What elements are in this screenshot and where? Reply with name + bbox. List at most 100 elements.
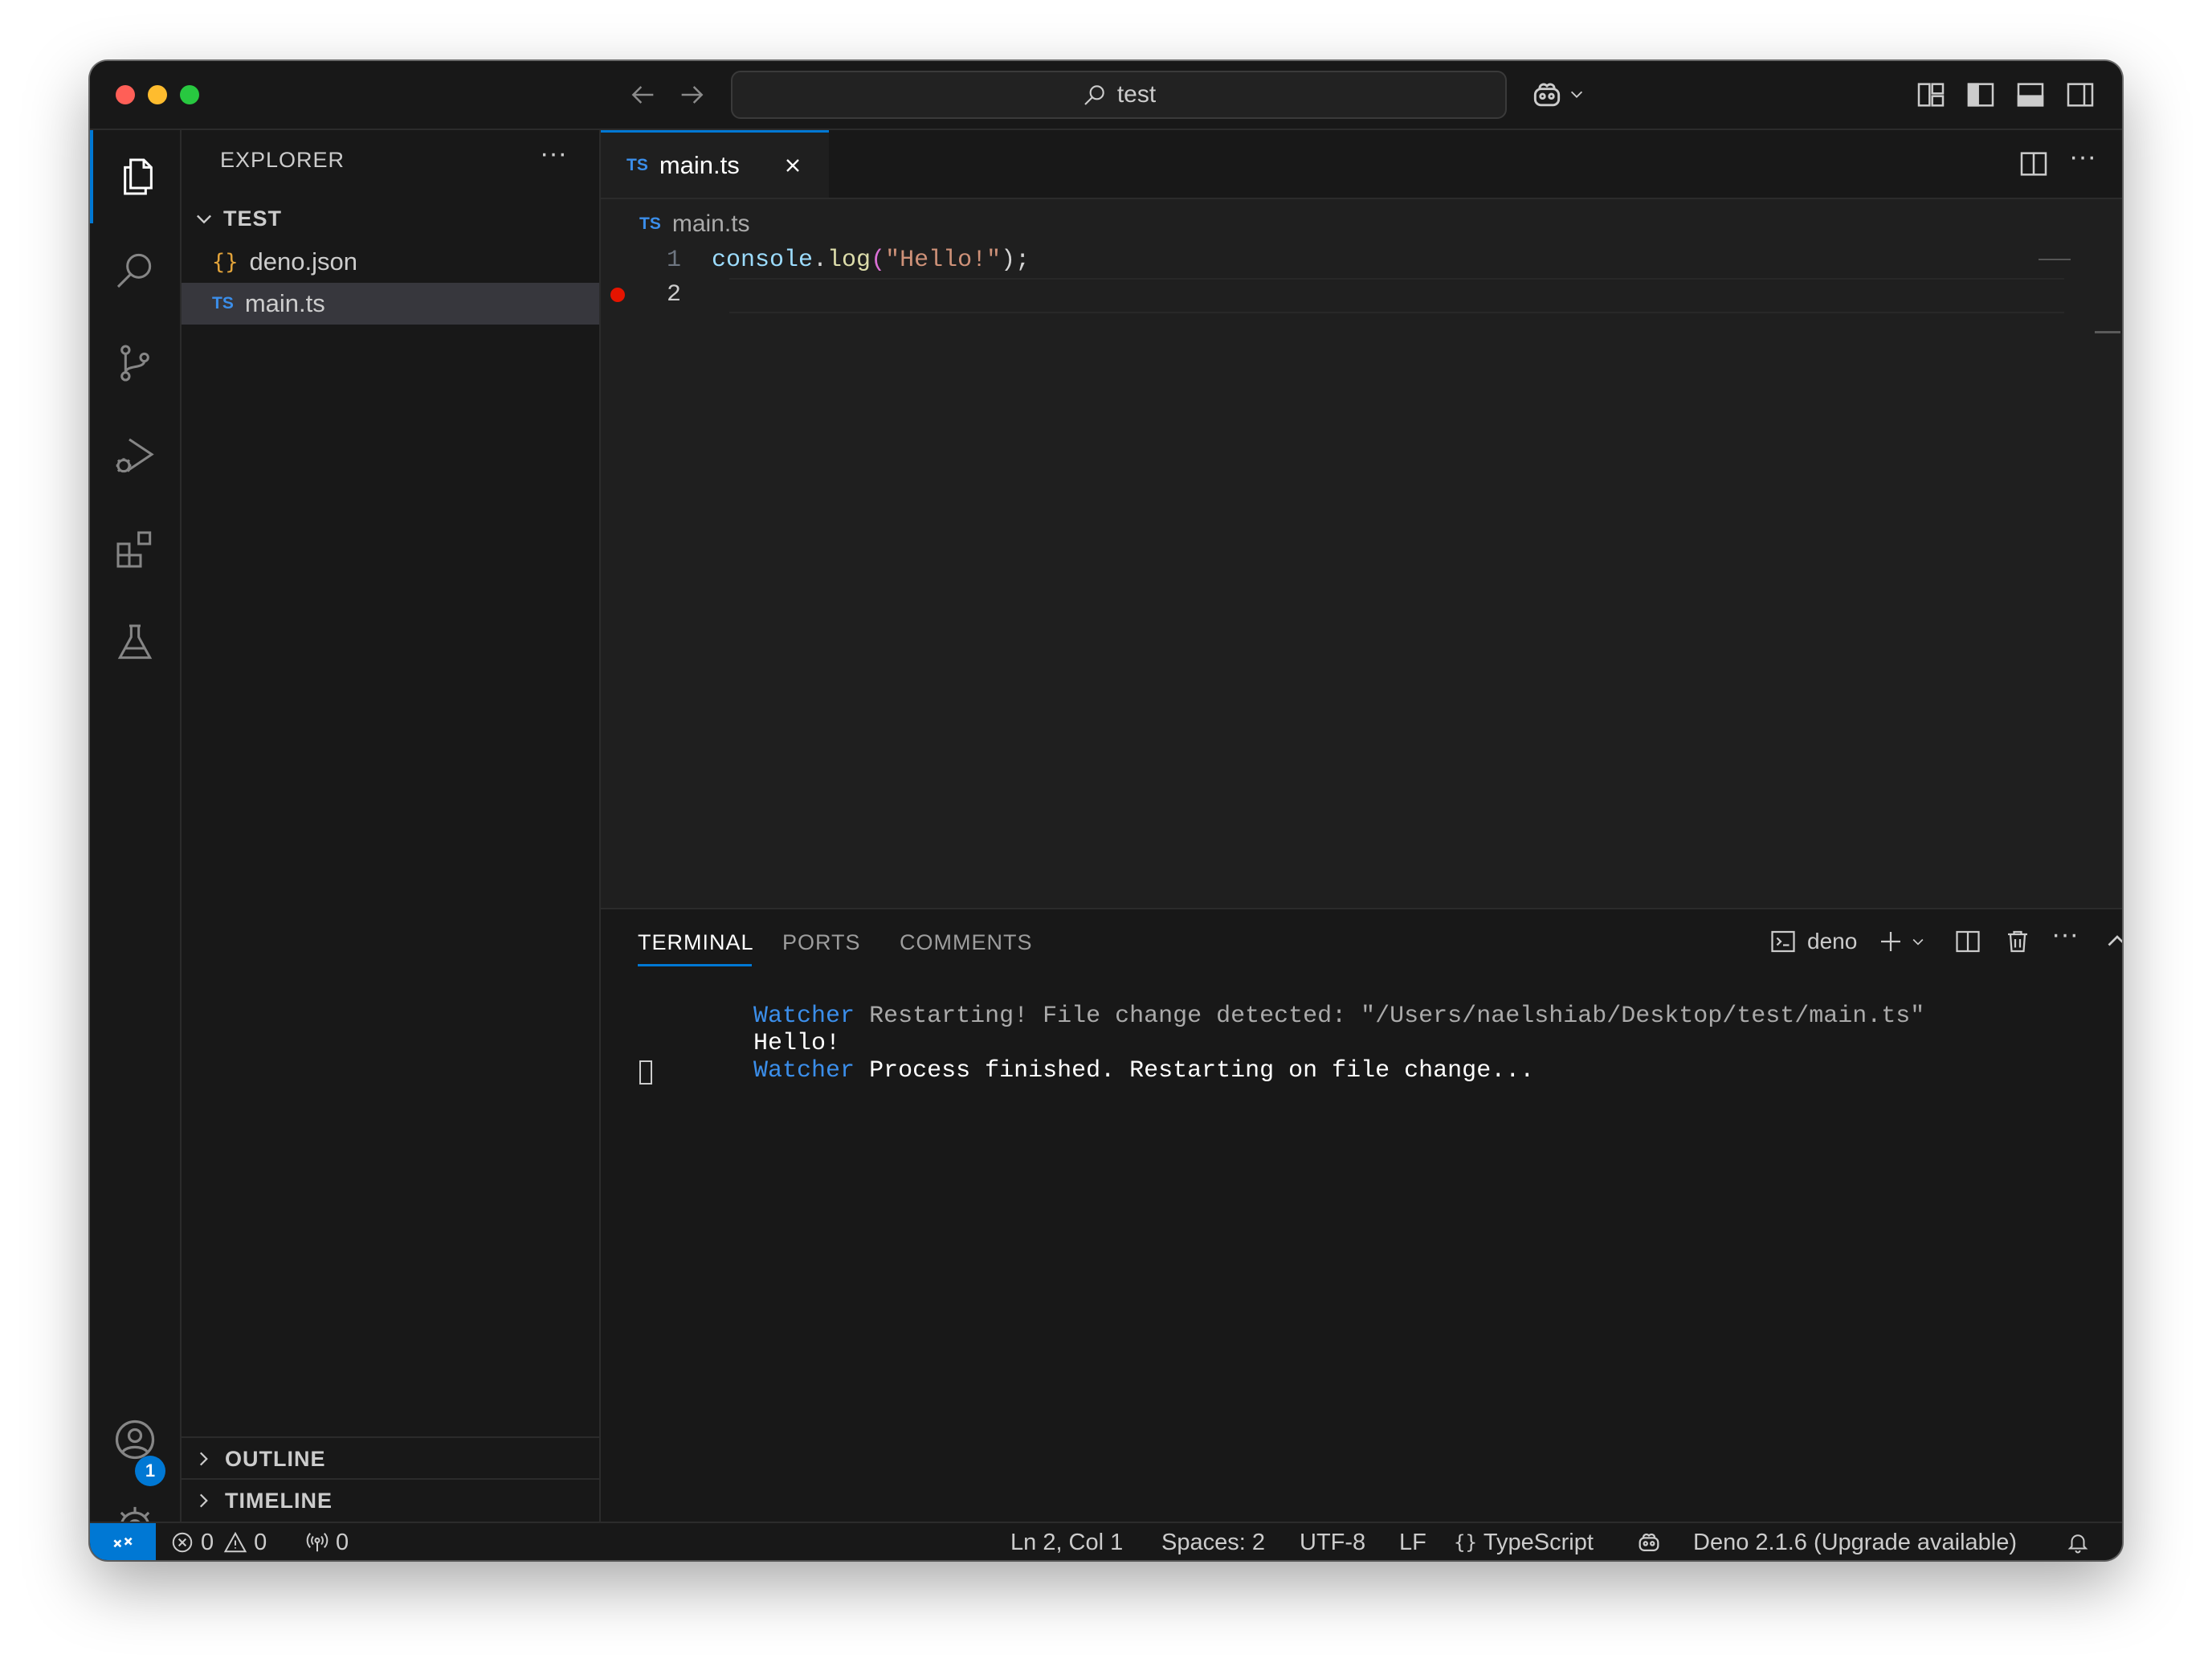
ports-indicator[interactable]: 0 [305,1523,349,1560]
breadcrumb-file: main.ts [671,210,750,237]
active-tab-indicator [638,964,752,966]
current-line-highlight [729,278,2064,313]
extensions-activity-button[interactable] [90,503,180,596]
file-row-main-ts[interactable]: TS main.ts [182,283,599,325]
code-token-function: log [827,247,871,274]
run-debug-icon [112,434,157,479]
code-line-2[interactable]: 2 [601,278,2119,313]
close-window-button[interactable] [116,85,135,104]
search-activity-button[interactable] [90,223,180,317]
chevron-up-icon[interactable] [2103,927,2122,956]
code-token-open-paren: ( [871,247,886,274]
typescript-file-icon: TS [626,155,648,174]
indentation[interactable]: Spaces: 2 [1161,1523,1265,1560]
deno-version[interactable]: Deno 2.1.6 (Upgrade available) [1693,1523,2017,1560]
split-terminal-icon[interactable] [1953,927,1982,956]
encoding[interactable]: UTF-8 [1300,1523,1365,1560]
outline-label: OUTLINE [225,1446,326,1471]
explorer-sidebar: EXPLORER ··· TEST {} deno.json TS main.t… [182,130,601,1522]
minimap[interactable] [2039,259,2071,260]
search-icon [112,247,157,292]
error-count: 0 [201,1529,214,1555]
warning-count: 0 [254,1529,267,1555]
chevron-right-icon [193,1448,214,1469]
editor-more-actions-icon[interactable]: ··· [2069,141,2096,173]
tab-comments[interactable]: COMMENTS [900,930,1033,955]
trash-icon[interactable] [2003,927,2032,956]
chevron-down-icon [193,207,215,230]
bell-icon [2066,1530,2090,1554]
remote-icon [110,1530,136,1555]
customize-layout-icon[interactable] [1915,79,1947,111]
braces-icon: {} [1454,1531,1477,1554]
terminal-text: Process finished. Restarting on file cha… [855,1057,1535,1085]
typescript-file-icon: TS [212,294,234,313]
sidebar-title: EXPLORER [220,148,345,172]
tab-main-ts[interactable]: TS main.ts [601,130,829,198]
outline-section[interactable]: OUTLINE [182,1436,599,1480]
close-icon[interactable] [782,154,804,177]
panel: TERMINAL PORTS COMMENTS deno ··· Watcher… [601,908,2122,1523]
code-token-dot: . [813,247,828,274]
toggle-panel-icon[interactable] [2014,79,2047,111]
code-line-1[interactable]: 1 console . log ( "Hello!" ); [601,243,2122,278]
source-control-icon [112,341,157,386]
terminal-selector[interactable]: deno [1769,927,1857,956]
toggle-primary-sidebar-icon[interactable] [1965,79,1997,111]
command-center-search[interactable]: test [731,71,1507,119]
more-actions-icon[interactable]: ··· [540,138,567,170]
breadcrumb[interactable]: TS main.ts [639,210,750,238]
new-terminal-icon[interactable] [1876,927,1905,956]
line-number: 2 [666,281,681,308]
cursor-position[interactable]: Ln 2, Col 1 [1010,1523,1123,1560]
panel-more-actions-icon[interactable]: ··· [2051,919,2079,950]
run-debug-activity-button[interactable] [90,410,180,503]
tab-terminal[interactable]: TERMINAL [638,930,754,955]
overview-ruler-cursor [2095,331,2120,333]
broadcast-icon [305,1530,329,1554]
terminal-watcher-tag: Watcher [753,1057,855,1085]
tab-ports[interactable]: PORTS [782,930,861,955]
flask-icon [112,620,157,665]
activity-bar: 1 [90,130,183,1546]
tab-label: main.ts [659,150,740,179]
timeline-label: TIMELINE [225,1488,333,1513]
chevron-down-icon[interactable] [1568,85,1586,103]
breakpoint-icon[interactable] [610,288,625,302]
notifications[interactable] [2066,1523,2090,1560]
terminal-line: Watcher Process finished. Restarting on … [638,1030,1534,1112]
end-of-line[interactable]: LF [1399,1523,1426,1560]
minimize-window-button[interactable] [148,85,167,104]
file-row-deno-json[interactable]: {} deno.json [182,241,599,283]
remote-indicator[interactable] [90,1523,156,1560]
line-number: 1 [666,247,681,274]
terminal-cursor[interactable] [639,1060,652,1085]
testing-activity-button[interactable] [90,596,180,689]
vscode-window: test 1 EXPLORER ··· TEST {} deno.json TS… [90,61,2122,1560]
code-token-close: ); [1001,247,1030,274]
source-control-activity-button[interactable] [90,317,180,410]
file-name: main.ts [244,289,325,317]
timeline-section[interactable]: TIMELINE [182,1478,599,1522]
terminal-icon [1769,927,1798,956]
warning-icon [223,1530,247,1554]
terminal-name: deno [1807,929,1858,954]
maximize-window-button[interactable] [180,85,199,104]
editor-group: TS main.ts ··· TS main.ts 1 console . lo… [601,130,2122,1523]
split-editor-icon[interactable] [2018,148,2050,180]
file-name: deno.json [249,247,357,276]
forward-arrow-icon[interactable] [676,79,708,111]
folder-row[interactable]: TEST [182,198,599,239]
terminal-text: Restarting! File change detected: "/User… [855,1003,1925,1030]
error-icon [170,1530,194,1554]
problems-indicator[interactable]: 0 0 [170,1523,267,1560]
toggle-secondary-sidebar-icon[interactable] [2064,79,2096,111]
code-token-string: "Hello!" [885,247,1002,274]
chevron-down-icon[interactable] [1910,933,1926,950]
copilot-icon[interactable] [1529,77,1565,112]
language-mode[interactable]: {} TypeScript [1454,1523,1594,1560]
back-arrow-icon[interactable] [626,79,659,111]
explorer-activity-button[interactable] [90,130,183,223]
copilot-status[interactable] [1635,1523,1663,1560]
ports-count: 0 [336,1529,349,1555]
